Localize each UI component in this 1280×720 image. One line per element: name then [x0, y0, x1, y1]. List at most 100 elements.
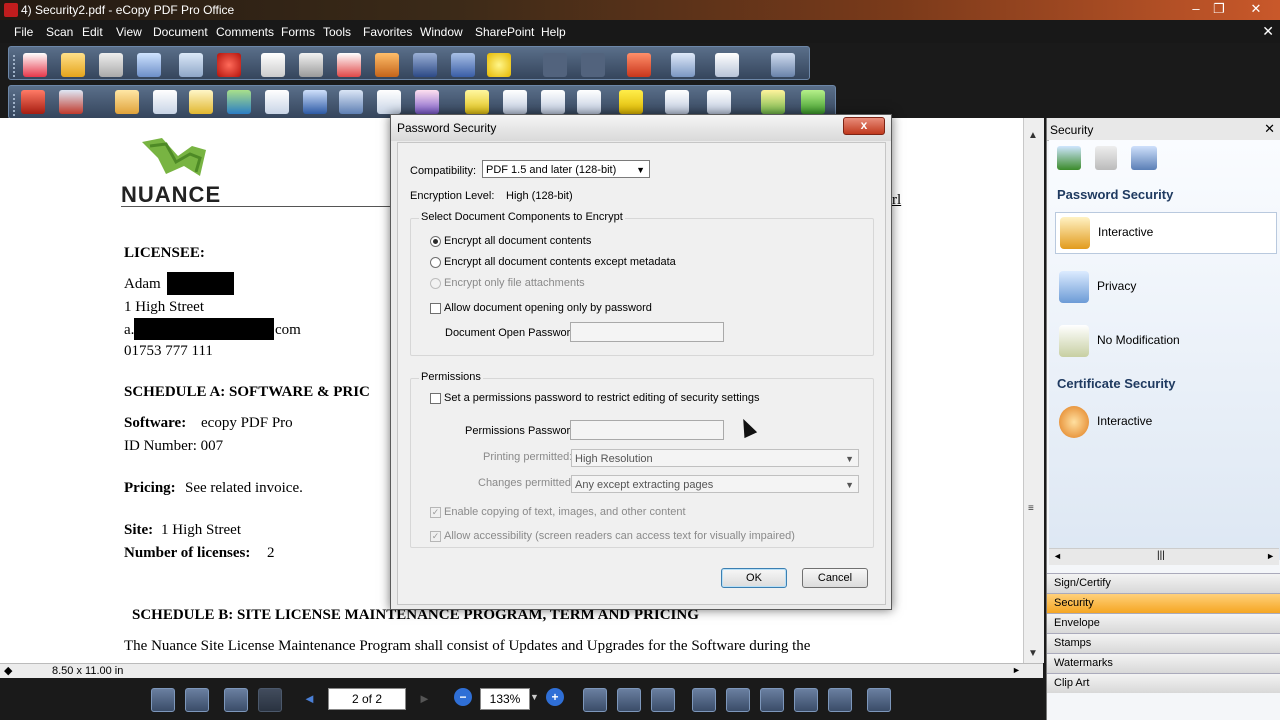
menu-help[interactable]: Help [541, 25, 566, 39]
thumbnail-icon[interactable] [828, 688, 852, 712]
formula-icon[interactable] [577, 90, 601, 114]
zoom-in-icon[interactable]: + [546, 688, 564, 706]
tab-envelope[interactable]: Envelope [1047, 613, 1280, 633]
scroll-up-icon[interactable]: ▲ [1028, 130, 1038, 141]
crop-icon[interactable] [339, 90, 363, 114]
open-password-input[interactable] [570, 322, 724, 342]
panel-close-icon[interactable]: ✕ [1264, 121, 1275, 137]
package-icon[interactable] [375, 53, 399, 77]
rotate-right-icon[interactable] [185, 688, 209, 712]
tab-watermarks[interactable]: Watermarks [1047, 653, 1280, 673]
line-icon[interactable] [707, 90, 731, 114]
permissions-password-checkbox-label[interactable]: Set a permissions password to restrict e… [444, 392, 759, 404]
attachments-icon[interactable] [801, 90, 825, 114]
allow-accessibility-checkbox[interactable]: ✓ [430, 531, 441, 542]
certificate-interactive-item[interactable]: Interactive [1055, 402, 1275, 442]
undo-icon[interactable] [543, 53, 567, 77]
menu-file[interactable]: File [14, 25, 33, 39]
email-pdf-icon[interactable] [337, 53, 361, 77]
menu-window[interactable]: Window [420, 25, 463, 39]
menu-comments[interactable]: Comments [216, 25, 274, 39]
tab-sign-certify[interactable]: Sign/Certify [1047, 573, 1280, 593]
maximize-button[interactable]: ❐ [1209, 1, 1229, 17]
menu-forms[interactable]: Forms [281, 25, 315, 39]
printing-permitted-select[interactable]: High Resolution ▼ [571, 449, 859, 467]
menu-scan[interactable]: Scan [46, 25, 73, 39]
fit-page-icon[interactable] [617, 688, 641, 712]
open-folder-icon[interactable] [61, 53, 85, 77]
new-pdf-icon[interactable] [23, 53, 47, 77]
blank-page-icon[interactable] [261, 53, 285, 77]
enable-copying-checkbox[interactable]: ✓ [430, 507, 441, 518]
image-select-icon[interactable] [227, 90, 251, 114]
text-select-icon[interactable] [153, 90, 177, 114]
favorites-star-icon[interactable] [487, 53, 511, 77]
password-interactive-item[interactable]: Interactive [1055, 212, 1277, 254]
toolbar-grip[interactable] [13, 55, 18, 77]
encrypt-except-metadata-radio[interactable] [430, 257, 441, 268]
stamp-icon[interactable] [21, 90, 45, 114]
changes-permitted-select[interactable]: Any except extracting pages ▼ [571, 475, 859, 493]
save-icon[interactable] [99, 53, 123, 77]
two-page-icon[interactable] [760, 688, 784, 712]
cancel-button[interactable]: Cancel [802, 568, 868, 588]
zoom-level-input[interactable]: 133% [480, 688, 530, 710]
continuous-icon[interactable] [726, 688, 750, 712]
toolbar-grip-2[interactable] [13, 94, 18, 116]
add-security-icon[interactable] [1057, 146, 1081, 170]
allow-opening-password-label[interactable]: Allow document opening only by password [444, 302, 652, 314]
security-properties-icon[interactable] [1131, 146, 1157, 170]
menu-document[interactable]: Document [153, 25, 208, 39]
hand-tool-icon[interactable] [771, 53, 795, 77]
typewriter-icon[interactable] [627, 53, 651, 77]
encrypt-all-label[interactable]: Encrypt all document contents [444, 235, 591, 247]
scroll-thumb-icon[interactable]: ||| [1157, 550, 1165, 561]
pen-icon[interactable] [671, 53, 695, 77]
flag-icon[interactable] [59, 90, 83, 114]
panel-horizontal-scrollbar[interactable]: ◄ ||| ► [1049, 548, 1279, 565]
convert-icon[interactable] [179, 53, 203, 77]
scroll-left-icon[interactable]: ◄ [1053, 551, 1062, 561]
menu-tools[interactable]: Tools [323, 25, 351, 39]
encrypt-except-metadata-label[interactable]: Encrypt all document contents except met… [444, 256, 676, 268]
previous-page-icon[interactable]: ◄ [303, 691, 316, 706]
rotate-left-icon[interactable] [151, 688, 175, 712]
hscroll-right-icon[interactable]: ► [1012, 665, 1021, 675]
allow-accessibility-label[interactable]: Allow accessibility (screen readers can … [444, 530, 795, 542]
encrypt-attachments-radio[interactable] [430, 278, 441, 289]
menu-edit[interactable]: Edit [82, 25, 103, 39]
shape-icon[interactable] [665, 90, 689, 114]
status-left-icon[interactable]: ◆ [4, 664, 12, 677]
menu-favorites[interactable]: Favorites [363, 25, 412, 39]
scroll-down-icon[interactable]: ▼ [1028, 648, 1038, 659]
minimize-button[interactable]: – [1186, 1, 1206, 17]
encrypt-all-radio[interactable] [430, 236, 441, 247]
edit-text-icon[interactable] [189, 90, 213, 114]
permissions-password-checkbox[interactable] [430, 393, 441, 404]
header-footer-icon[interactable] [619, 90, 643, 114]
two-page-continuous-icon[interactable] [794, 688, 818, 712]
password-no-modification-item[interactable]: No Modification [1055, 321, 1275, 361]
scan-icon[interactable] [137, 53, 161, 77]
encrypt-attachments-label[interactable]: Encrypt only file attachments [444, 277, 585, 289]
text-box-icon[interactable] [541, 90, 565, 114]
image-tool-icon[interactable] [415, 90, 439, 114]
next-page-icon[interactable]: ► [418, 691, 431, 706]
close-window-button[interactable]: ✕ [1246, 1, 1266, 17]
tab-security[interactable]: Security [1047, 593, 1280, 613]
note-icon[interactable] [503, 90, 527, 114]
delete-security-icon[interactable] [1095, 146, 1117, 170]
actual-size-icon[interactable] [583, 688, 607, 712]
scroll-grip-icon[interactable]: ≡ [1028, 503, 1034, 514]
form-icon[interactable] [715, 53, 739, 77]
document-vertical-scrollbar[interactable]: ▲ ≡ ▼ [1023, 118, 1044, 663]
redo-icon[interactable] [581, 53, 605, 77]
page-number-input[interactable]: 2 of 2 [328, 688, 406, 710]
dialog-close-button[interactable]: x [843, 117, 885, 135]
fit-width-icon[interactable] [651, 688, 675, 712]
binoculars-icon[interactable] [413, 53, 437, 77]
password-privacy-item[interactable]: Privacy [1055, 267, 1275, 307]
arrow-cursor-icon[interactable] [265, 90, 289, 114]
ocr-text-icon[interactable] [377, 90, 401, 114]
print-icon[interactable] [299, 53, 323, 77]
